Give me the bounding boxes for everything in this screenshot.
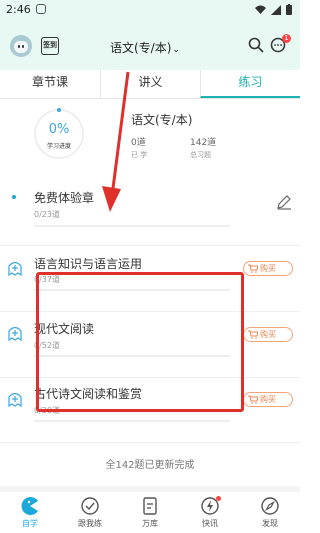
annotation-highlight-box <box>36 272 244 412</box>
nav-label: 万库 <box>142 519 158 528</box>
news-notification-dot <box>216 496 221 501</box>
compass-icon <box>261 497 279 515</box>
check-circle-icon <box>81 497 99 515</box>
bottom-nav: 自学 跟我练 万库 快讯 发现 <box>0 492 300 533</box>
document-icon <box>143 497 157 515</box>
nav-label: 自学 <box>22 519 38 528</box>
nav-label: 发现 <box>262 519 278 528</box>
nav-library[interactable]: 万库 <box>120 496 180 529</box>
nav-label: 跟我练 <box>78 519 102 528</box>
nav-practice-with-me[interactable]: 跟我练 <box>60 496 120 529</box>
annotation-arrow <box>102 71 130 212</box>
nav-self-study[interactable]: 自学 <box>0 496 60 529</box>
nav-news[interactable]: 快讯 <box>180 496 240 529</box>
nav-discover[interactable]: 发现 <box>240 496 300 529</box>
update-complete-note: 全142题已更新完成 <box>105 460 195 471</box>
pacman-icon <box>21 497 38 515</box>
nav-label: 快讯 <box>202 519 218 528</box>
